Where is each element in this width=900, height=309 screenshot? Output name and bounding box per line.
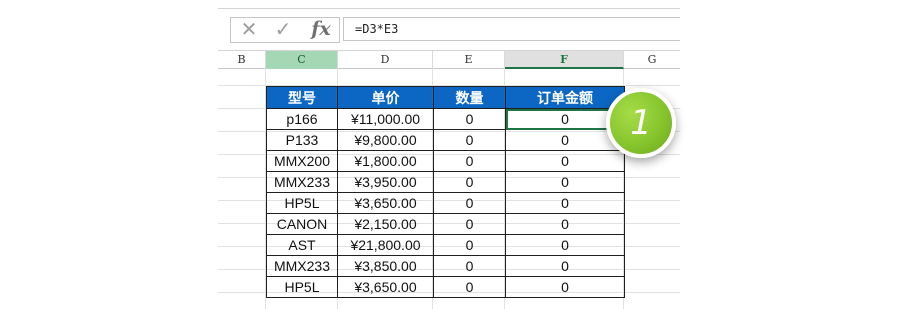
cell-price[interactable]: ¥3,650.00 bbox=[337, 276, 434, 298]
column-header-b[interactable]: B bbox=[218, 51, 266, 69]
column-headers: B C D E F G bbox=[218, 50, 680, 69]
cell-model[interactable]: P133 bbox=[266, 129, 338, 151]
cell-model[interactable]: AST bbox=[266, 234, 338, 256]
table-row: MMX200 ¥1,800.00 0 0 bbox=[266, 150, 625, 172]
cell-quantity[interactable]: 0 bbox=[433, 213, 506, 235]
cell-quantity[interactable]: 0 bbox=[433, 192, 506, 214]
worksheet: B C D E F G 型号 单价 数量 订单金额 p166 ¥11,000.0 bbox=[218, 50, 680, 309]
insert-function-icon[interactable]: fx bbox=[306, 18, 336, 40]
cell-quantity[interactable]: 0 bbox=[433, 108, 506, 130]
cell-price[interactable]: ¥3,950.00 bbox=[337, 171, 434, 193]
cell-price[interactable]: ¥1,800.00 bbox=[337, 150, 434, 172]
table-row: MMX233 ¥3,850.00 0 0 bbox=[266, 255, 625, 277]
header-unit-price[interactable]: 单价 bbox=[337, 86, 434, 109]
cell-model[interactable]: HP5L bbox=[266, 276, 338, 298]
cell-model[interactable]: MMX233 bbox=[266, 255, 338, 277]
cell-amount[interactable]: 0 bbox=[505, 192, 625, 214]
formula-input[interactable]: =D3*E3 bbox=[343, 17, 680, 41]
table-row: HP5L ¥3,650.00 0 0 bbox=[266, 192, 625, 214]
step-number: 1 bbox=[630, 103, 652, 143]
cell-model[interactable]: MMX233 bbox=[266, 171, 338, 193]
ribbon-edge bbox=[218, 0, 680, 9]
column-header-e[interactable]: E bbox=[433, 51, 505, 69]
cell-quantity[interactable]: 0 bbox=[433, 255, 506, 277]
table-row: P133 ¥9,800.00 0 0 bbox=[266, 129, 625, 151]
column-header-g[interactable]: G bbox=[624, 51, 680, 69]
cell-quantity[interactable]: 0 bbox=[433, 234, 506, 256]
cell-price[interactable]: ¥9,800.00 bbox=[337, 129, 434, 151]
cell-model[interactable]: MMX200 bbox=[266, 150, 338, 172]
formula-bar: ✕ ✓ fx =D3*E3 bbox=[218, 0, 680, 46]
table-row: p166 ¥11,000.00 0 0 bbox=[266, 108, 625, 130]
cell-quantity[interactable]: 0 bbox=[433, 150, 506, 172]
cell-price[interactable]: ¥2,150.00 bbox=[337, 213, 434, 235]
column-header-f[interactable]: F bbox=[505, 51, 624, 69]
cell-amount[interactable]: 0 bbox=[505, 234, 625, 256]
cell-price[interactable]: ¥3,850.00 bbox=[337, 255, 434, 277]
cell-quantity[interactable]: 0 bbox=[433, 171, 506, 193]
cell-amount[interactable]: 0 bbox=[505, 171, 625, 193]
cell-model[interactable]: p166 bbox=[266, 108, 338, 130]
cell-quantity[interactable]: 0 bbox=[433, 276, 506, 298]
cell-model[interactable]: CANON bbox=[266, 213, 338, 235]
cell-amount[interactable]: 0 bbox=[505, 255, 625, 277]
column-header-d[interactable]: D bbox=[338, 51, 433, 69]
cancel-icon[interactable]: ✕ bbox=[234, 18, 264, 41]
column-header-c[interactable]: C bbox=[266, 51, 338, 69]
table-row: AST ¥21,800.00 0 0 bbox=[266, 234, 625, 256]
step-callout-badge: 1 bbox=[606, 88, 676, 158]
cell-price[interactable]: ¥21,800.00 bbox=[337, 234, 434, 256]
table-header-row: 型号 单价 数量 订单金额 bbox=[266, 86, 625, 109]
header-model[interactable]: 型号 bbox=[266, 86, 338, 109]
enter-check-icon[interactable]: ✓ bbox=[268, 18, 298, 41]
table-row: HP5L ¥3,650.00 0 0 bbox=[266, 276, 625, 298]
cell-quantity[interactable]: 0 bbox=[433, 129, 506, 151]
cell-amount[interactable]: 0 bbox=[505, 150, 625, 172]
cell-amount[interactable]: 0 bbox=[505, 213, 625, 235]
cell-amount[interactable]: 0 bbox=[505, 276, 625, 298]
header-order-amount[interactable]: 订单金额 bbox=[505, 86, 625, 109]
cell-price[interactable]: ¥11,000.00 bbox=[337, 108, 434, 130]
cell-price[interactable]: ¥3,650.00 bbox=[337, 192, 434, 214]
order-table: 型号 单价 数量 订单金额 p166 ¥11,000.00 0 0 P133 ¥… bbox=[266, 86, 625, 298]
header-quantity[interactable]: 数量 bbox=[433, 86, 506, 109]
table-row: CANON ¥2,150.00 0 0 bbox=[266, 213, 625, 235]
table-row: MMX233 ¥3,950.00 0 0 bbox=[266, 171, 625, 193]
cell-model[interactable]: HP5L bbox=[266, 192, 338, 214]
